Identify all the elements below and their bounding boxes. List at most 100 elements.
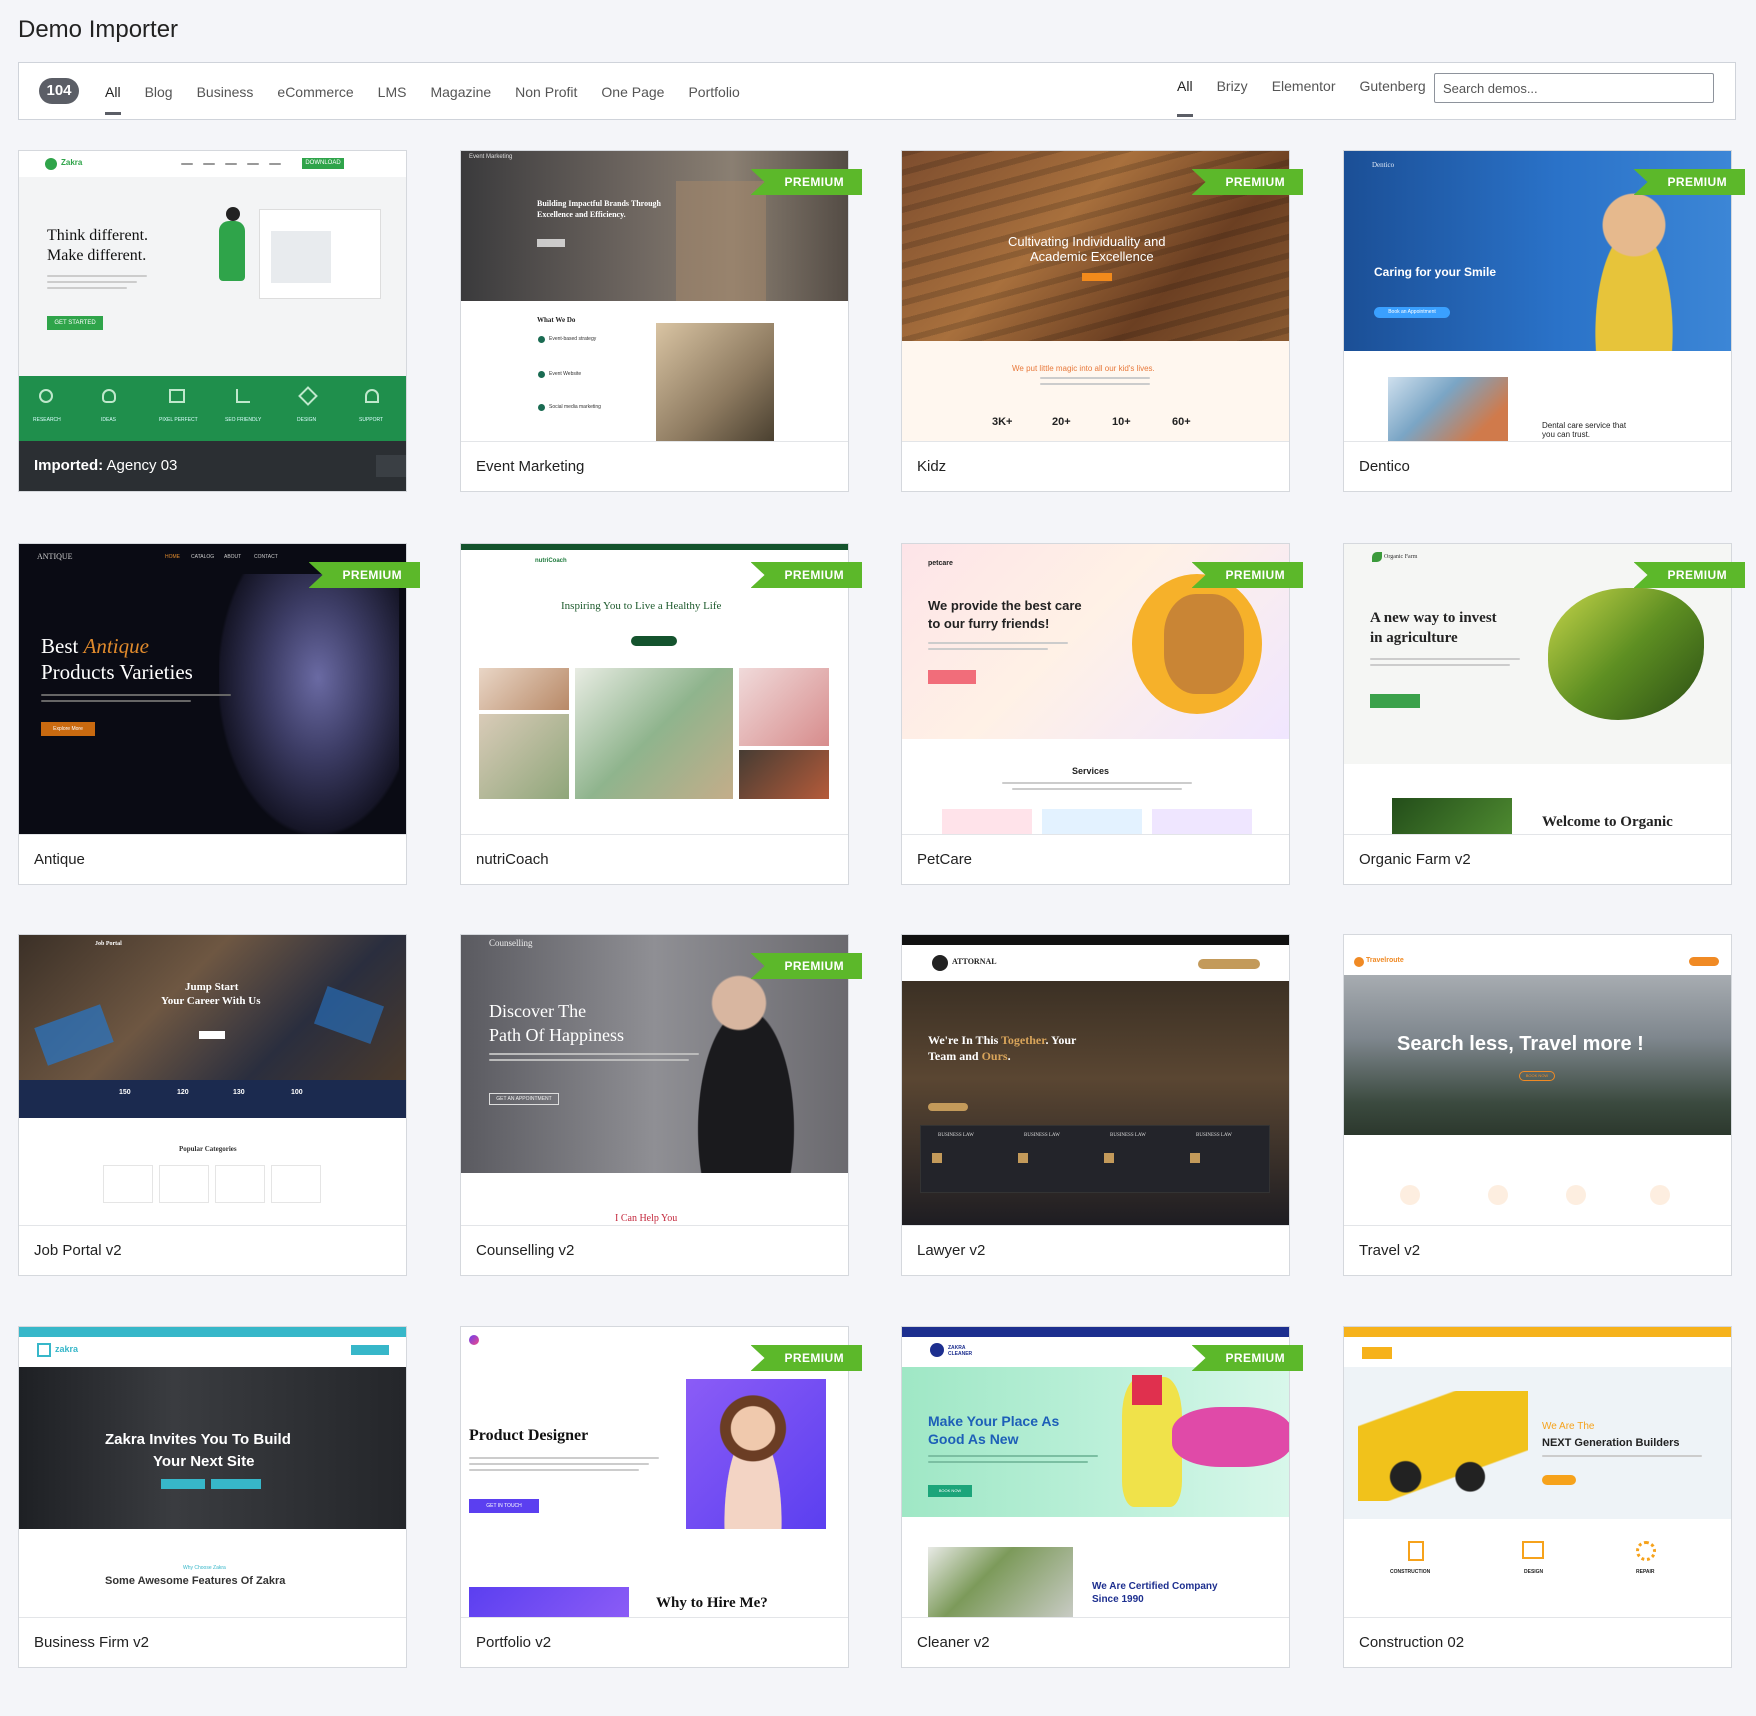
demo-card-counselling-v2[interactable]: Counselling Discover The Path Of Happine… bbox=[460, 934, 862, 1276]
demo-card-footer: Imported: Agency 03 bbox=[19, 441, 406, 491]
demo-card-dentico[interactable]: Dentico Caring for your Smile Book an Ap… bbox=[1343, 150, 1745, 492]
tab-builder-brizy[interactable]: Brizy bbox=[1217, 63, 1248, 121]
thumb-stat: 150 bbox=[119, 1089, 131, 1096]
tab-category-all[interactable]: All bbox=[105, 63, 121, 121]
demo-card-footer: Lawyer v2 bbox=[902, 1225, 1289, 1275]
thumb-subheading: We Are The bbox=[1542, 1421, 1595, 1432]
demo-card-travel-v2[interactable]: Travelroute Search less, Travel more ! B… bbox=[1343, 934, 1732, 1276]
demo-card-footer: Business Firm v2 bbox=[19, 1617, 406, 1667]
thumb-heading: Team and bbox=[928, 1049, 982, 1063]
demo-card-event-marketing[interactable]: Event Marketing Building Impactful Brand… bbox=[460, 150, 862, 492]
demo-action-button[interactable] bbox=[376, 455, 406, 477]
thumb-get-started-button: GET STARTED bbox=[47, 316, 103, 330]
thumb-heading: Good As New bbox=[928, 1431, 1019, 1447]
thumb-heading: Building Impactful Brands Through bbox=[537, 199, 661, 208]
demo-card-construction-02[interactable]: We Are The NEXT Generation Builders CONS… bbox=[1343, 1326, 1732, 1668]
demo-card-portfolio-v2[interactable]: Product Designer GET IN TOUCH Why to Hir… bbox=[460, 1326, 862, 1668]
thumb-subheading: Why Choose Zakra bbox=[183, 1565, 226, 1571]
demo-thumbnail[interactable]: zakra Zakra Invites You To Build Your Ne… bbox=[19, 1327, 406, 1617]
demo-card-footer: Dentico bbox=[1344, 441, 1731, 491]
thumb-logo: zakra bbox=[55, 1344, 79, 1354]
tab-category-non-profit[interactable]: Non Profit bbox=[515, 63, 577, 121]
building-icon bbox=[1408, 1541, 1424, 1561]
thumb-logo: Zakra bbox=[61, 158, 83, 167]
tab-category-magazine[interactable]: Magazine bbox=[430, 63, 491, 121]
thumb-logo: ATTORNAL bbox=[952, 957, 997, 966]
demo-card-organic-farm-v2[interactable]: Organic Farm A new way to invest in agri… bbox=[1343, 543, 1745, 885]
feature-label: RESEARCH bbox=[33, 417, 61, 423]
demo-thumbnail[interactable]: We Are The NEXT Generation Builders CONS… bbox=[1344, 1327, 1731, 1617]
thumb-stat: 60+ bbox=[1172, 416, 1191, 428]
thumb-logo: ZAKRA CLEANER bbox=[948, 1345, 973, 1357]
thumb-heading: A new way to invest bbox=[1370, 610, 1497, 626]
thumb-logo: Event Marketing bbox=[469, 154, 513, 160]
demo-card-kidz[interactable]: Cultivating Individuality and Academic E… bbox=[901, 150, 1303, 492]
tab-builder-all[interactable]: All bbox=[1177, 63, 1193, 121]
thumb-stat: 3K+ bbox=[992, 416, 1013, 428]
handshake-icon bbox=[1104, 1153, 1114, 1163]
thumb-heading: Your Career With Us bbox=[161, 995, 261, 1007]
pixel-icon bbox=[169, 389, 185, 403]
travel-feature-icon bbox=[1488, 1185, 1508, 1205]
thumb-heading: Your Next Site bbox=[153, 1453, 255, 1470]
tab-builder-elementor[interactable]: Elementor bbox=[1272, 63, 1336, 121]
demo-card-antique[interactable]: ANTIQUE HOME CATALOG ABOUT CONTACT Best … bbox=[18, 543, 420, 885]
demo-card-nutricoach[interactable]: nutriCoach Inspiring You to Live a Healt… bbox=[460, 543, 862, 885]
thumb-download-button: DOWNLOAD bbox=[302, 158, 344, 169]
thumb-section-title: Services bbox=[1072, 766, 1110, 776]
tab-category-lms[interactable]: LMS bbox=[378, 63, 407, 121]
category-tabs: All Blog Business eCommerce LMS Magazine… bbox=[105, 63, 764, 121]
tab-category-business[interactable]: Business bbox=[197, 63, 254, 121]
thumb-appointment-button: Book an Appointment bbox=[1374, 307, 1450, 318]
map-icon bbox=[1522, 1541, 1544, 1559]
smiling-woman-photo bbox=[1574, 171, 1694, 351]
cleaner-logo-icon bbox=[930, 1343, 944, 1357]
tab-category-one-page[interactable]: One Page bbox=[601, 63, 664, 121]
demo-card-footer: Counselling v2 bbox=[461, 1225, 848, 1275]
tab-category-portfolio[interactable]: Portfolio bbox=[688, 63, 739, 121]
premium-badge: PREMIUM bbox=[750, 1345, 862, 1371]
demo-card-petcare[interactable]: petcare We provide the best care to our … bbox=[901, 543, 1303, 885]
thumb-logo: Counselling bbox=[489, 938, 533, 948]
thumb-nav-item: ABOUT bbox=[224, 554, 242, 560]
demo-card-agency-03[interactable]: Zakra DOWNLOAD Think different. Make dif… bbox=[18, 150, 407, 492]
thumb-service: BUSINESS LAW bbox=[1110, 1133, 1146, 1138]
thumb-contact-button: GET IN TOUCH bbox=[469, 1499, 539, 1513]
headset-icon bbox=[365, 389, 379, 403]
thumb-heading: in agriculture bbox=[1370, 630, 1458, 646]
thumb-heading: Jump Start bbox=[185, 981, 239, 993]
briefcase-icon bbox=[932, 1153, 942, 1163]
tab-builder-gutenberg[interactable]: Gutenberg bbox=[1360, 63, 1426, 121]
thumb-service: BUSINESS LAW bbox=[1196, 1133, 1232, 1138]
feature-label: DESIGN bbox=[297, 417, 317, 423]
thumb-service: BUSINESS LAW bbox=[1024, 1133, 1060, 1138]
thumb-section-title: Popular Categories bbox=[179, 1145, 237, 1153]
thumb-stat: 10+ bbox=[1112, 416, 1131, 428]
portfolio-logo-icon bbox=[469, 1335, 479, 1345]
thumb-stat: 100 bbox=[291, 1089, 303, 1096]
demo-card-footer: Organic Farm v2 bbox=[1344, 834, 1731, 884]
demo-thumbnail[interactable]: Zakra DOWNLOAD Think different. Make dif… bbox=[19, 151, 406, 441]
demo-thumbnail[interactable]: Travelroute Search less, Travel more ! B… bbox=[1344, 935, 1731, 1225]
money-icon bbox=[1190, 1153, 1200, 1163]
tab-category-blog[interactable]: Blog bbox=[145, 63, 173, 121]
thumb-heading-accent: Ours bbox=[981, 1049, 1008, 1063]
thumb-list-item: Event-based strategy bbox=[549, 336, 597, 342]
demo-card-footer: Event Marketing bbox=[461, 441, 848, 491]
search-demos-input[interactable] bbox=[1434, 73, 1714, 103]
travel-feature-icon bbox=[1400, 1185, 1420, 1205]
thumb-heading: Make Your Place As bbox=[928, 1413, 1060, 1429]
demo-card-lawyer-v2[interactable]: ATTORNAL We're In This Together. Your Te… bbox=[901, 934, 1290, 1276]
thumb-logo: Job Portal bbox=[95, 941, 122, 947]
thumb-nav-item: HOME bbox=[165, 554, 180, 560]
thumb-section-title: Welcome to Organic bbox=[1542, 814, 1673, 830]
demo-thumbnail[interactable]: Job Portal Jump Start Your Career With U… bbox=[19, 935, 406, 1225]
demo-card-job-portal-v2[interactable]: Job Portal Jump Start Your Career With U… bbox=[18, 934, 407, 1276]
counsellor-photo bbox=[676, 955, 816, 1173]
demo-thumbnail[interactable]: ATTORNAL We're In This Together. Your Te… bbox=[902, 935, 1289, 1225]
demo-card-business-firm-v2[interactable]: zakra Zakra Invites You To Build Your Ne… bbox=[18, 1326, 407, 1668]
demo-card-cleaner-v2[interactable]: ZAKRA CLEANER Make Your Place As Good As… bbox=[901, 1326, 1303, 1668]
search-icon bbox=[39, 389, 53, 403]
zakra-logo-icon bbox=[45, 158, 57, 170]
tab-category-ecommerce[interactable]: eCommerce bbox=[277, 63, 353, 121]
